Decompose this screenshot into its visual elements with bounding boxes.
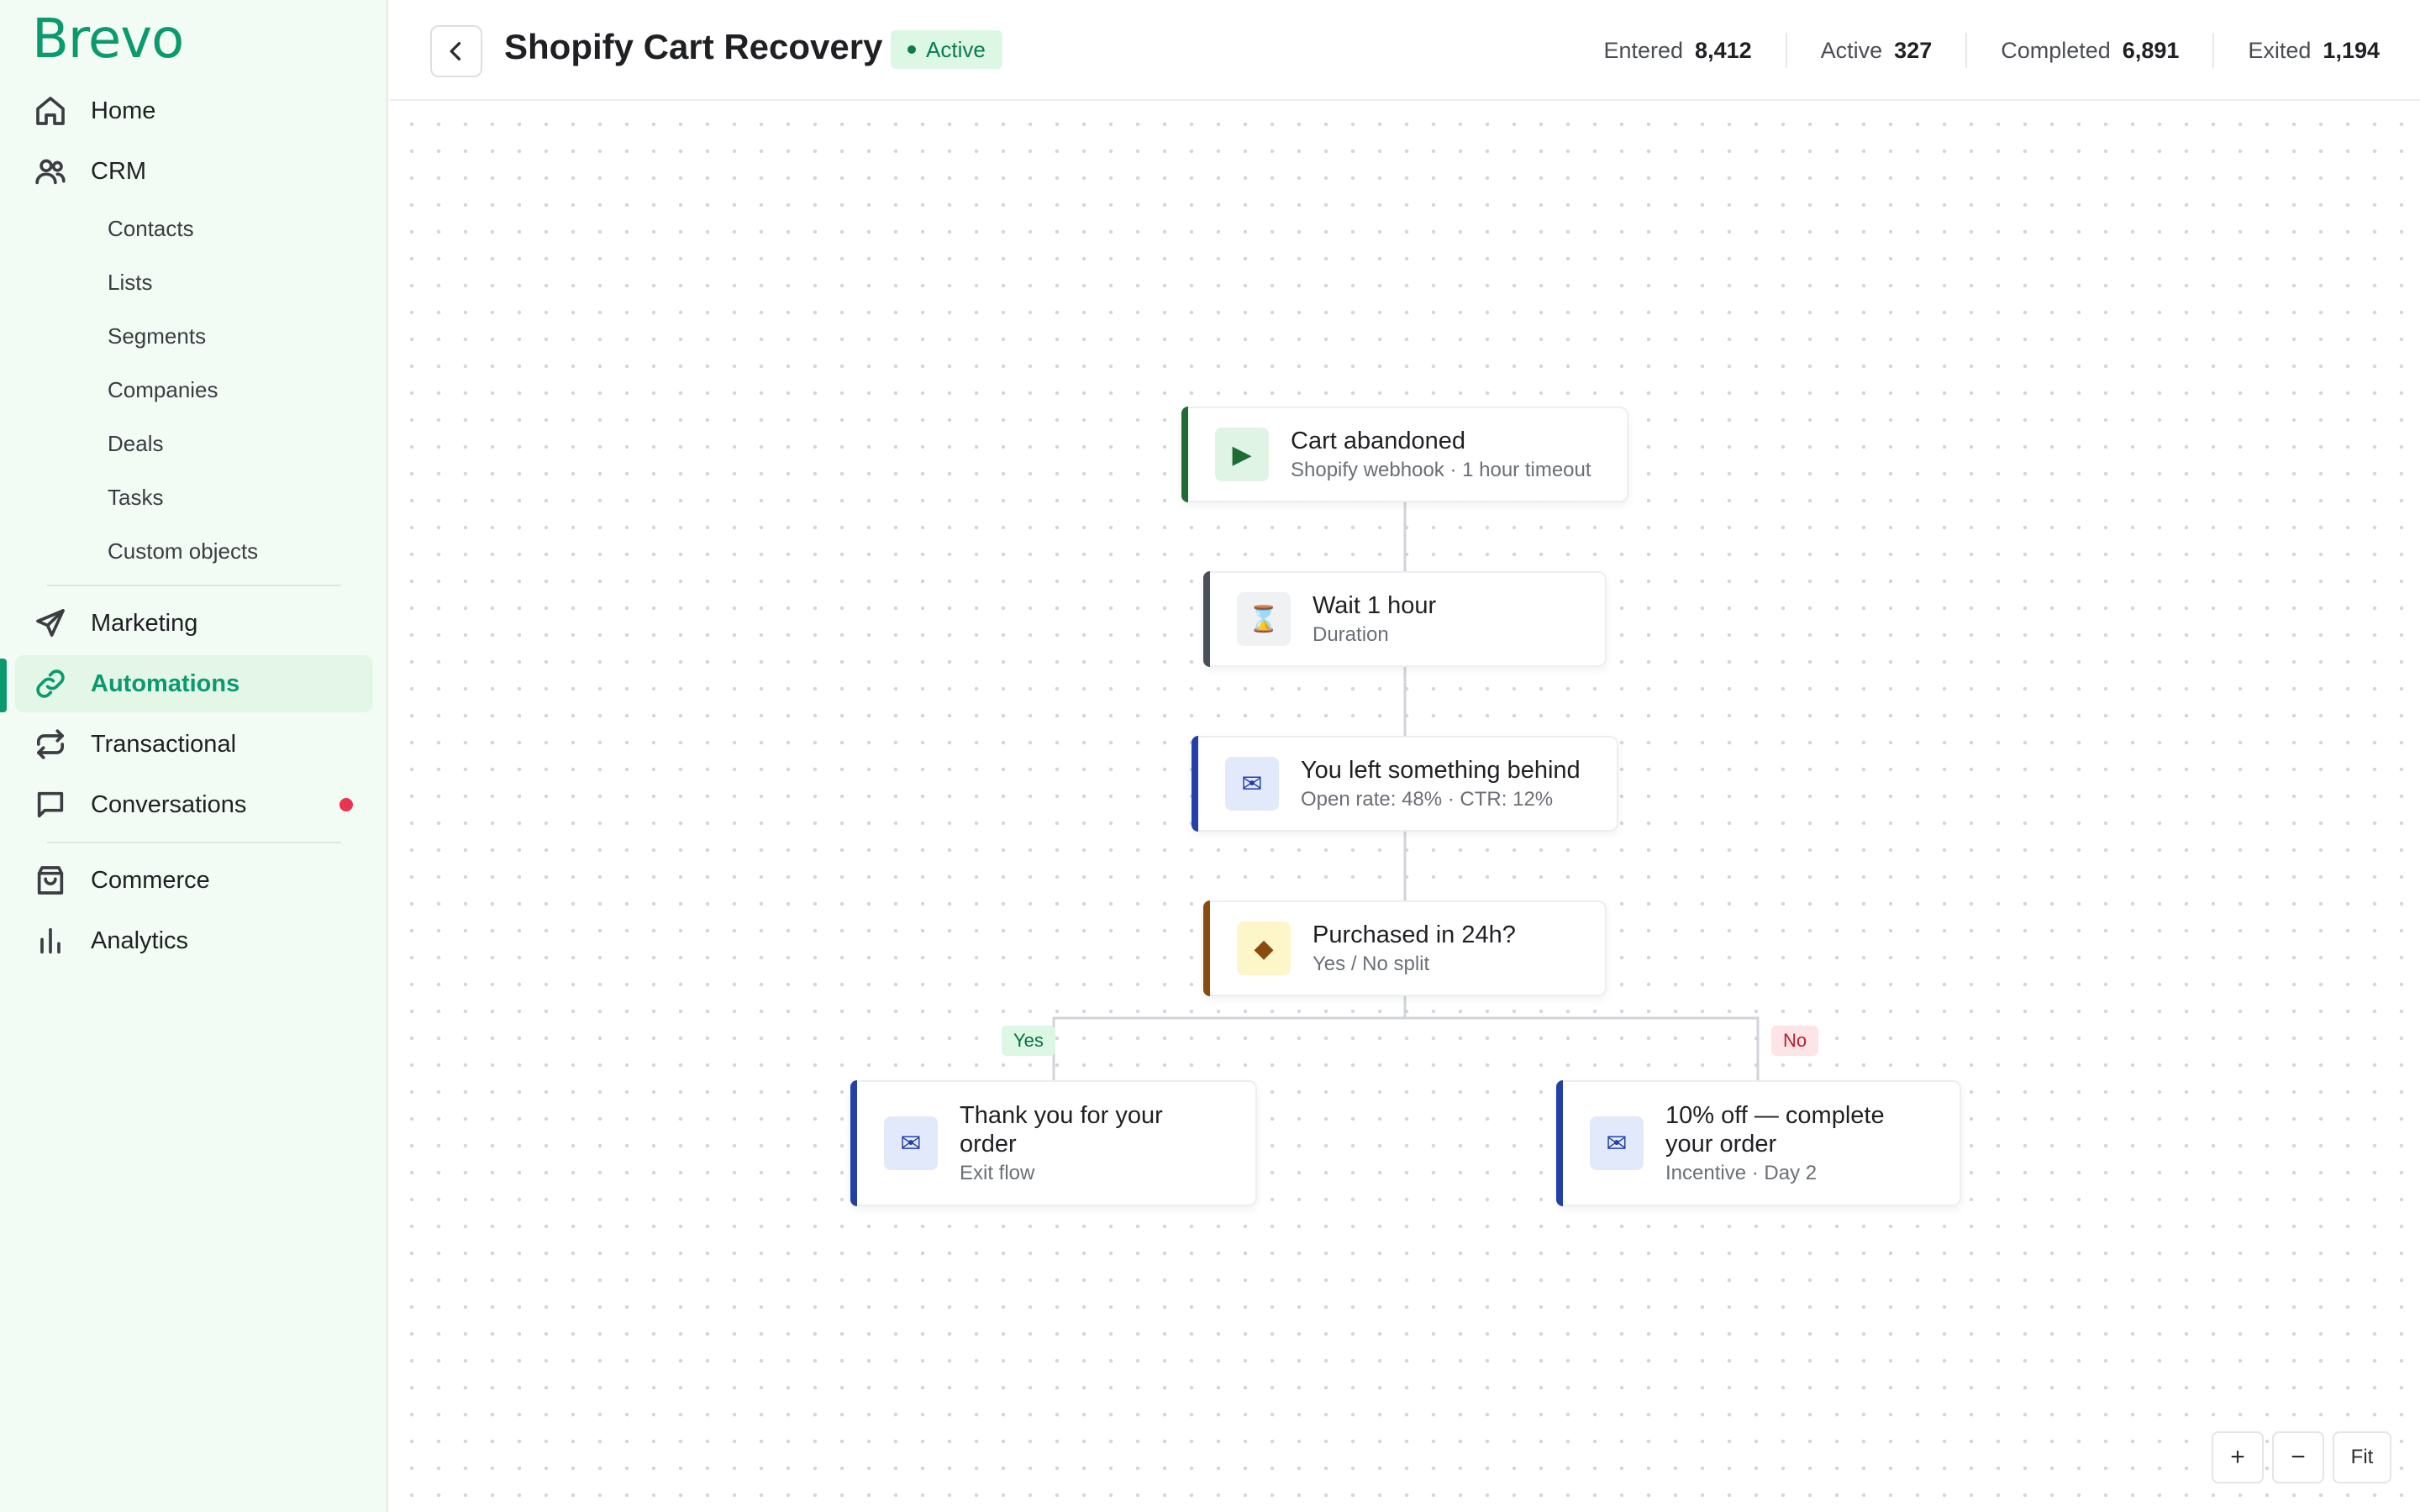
node-subtitle: Shopify webhook · 1 hour timeout bbox=[1291, 459, 1591, 481]
stat-active: Active 327 bbox=[1785, 33, 1966, 68]
sidebar-item-transactional[interactable]: Transactional bbox=[15, 716, 373, 773]
stat-label: Active bbox=[1820, 37, 1883, 63]
node-accent-bar bbox=[1181, 407, 1188, 502]
node-subtitle: Incentive · Day 2 bbox=[1665, 1162, 1818, 1184]
node-accent-bar bbox=[1192, 736, 1198, 832]
node-title: Purchased in 24h? bbox=[1313, 921, 1516, 948]
sidebar-subitem-custom-objects[interactable]: Custom objects bbox=[108, 534, 258, 568]
node-email-thank-you[interactable]: ✉ Thank you for your order Exit flow bbox=[850, 1080, 1257, 1206]
stat-completed: Completed 6,891 bbox=[1965, 33, 2212, 68]
node-title: Wait 1 hour bbox=[1313, 592, 1437, 619]
node-email-left-something-behind[interactable]: ✉ You left something behind Open rate: 4… bbox=[1192, 736, 1618, 832]
stat-value: 6,891 bbox=[2122, 37, 2180, 63]
zoom-in-button[interactable]: + bbox=[2212, 1431, 2264, 1483]
sidebar-subitem-segments[interactable]: Segments bbox=[108, 319, 206, 353]
sidebar-divider bbox=[47, 842, 341, 843]
stat-entered: Entered 8,412 bbox=[1570, 33, 1785, 68]
bar-chart-icon bbox=[32, 922, 69, 959]
chevron-left-icon bbox=[450, 42, 461, 60]
active-indicator bbox=[0, 659, 7, 712]
sidebar-item-label: Analytics bbox=[91, 927, 189, 954]
sidebar: Brevo Home CRM Contacts Lists Segments C… bbox=[0, 0, 388, 1512]
stat-label: Entered bbox=[1603, 37, 1684, 63]
sidebar-item-analytics[interactable]: Analytics bbox=[15, 912, 373, 969]
users-icon bbox=[32, 153, 69, 190]
email-icon: ✉ bbox=[884, 1116, 938, 1170]
node-trigger-cart-abandoned[interactable]: ▶ Cart abandoned Shopify webhook · 1 hou… bbox=[1181, 407, 1628, 502]
email-icon: ✉ bbox=[1590, 1116, 1644, 1170]
sidebar-subitem-contacts[interactable]: Contacts bbox=[108, 212, 194, 245]
stat-label: Exited bbox=[2248, 37, 2312, 63]
sidebar-item-label: CRM bbox=[91, 157, 147, 185]
connector-branch-no bbox=[1405, 1016, 1760, 1080]
node-title: Thank you for your order bbox=[960, 1102, 1163, 1158]
sidebar-item-label: Automations bbox=[91, 669, 240, 697]
sidebar-subitem-companies[interactable]: Companies bbox=[108, 373, 218, 407]
sidebar-item-commerce[interactable]: Commerce bbox=[15, 852, 373, 909]
node-condition-purchased[interactable]: ◆ Purchased in 24h? Yes / No split bbox=[1203, 900, 1607, 996]
sidebar-item-crm[interactable]: CRM bbox=[15, 143, 373, 200]
sidebar-item-label: Transactional bbox=[91, 730, 237, 758]
node-accent-bar bbox=[1203, 571, 1210, 667]
flow-stats: Entered 8,412 Active 327 Completed 6,891… bbox=[1570, 0, 2380, 101]
node-accent-bar bbox=[850, 1080, 857, 1206]
stat-value: 1,194 bbox=[2323, 37, 2380, 63]
sidebar-item-label: Commerce bbox=[91, 866, 210, 894]
chat-icon bbox=[32, 786, 69, 823]
condition-diamond-icon: ◆ bbox=[1237, 921, 1291, 975]
zoom-fit-button[interactable]: Fit bbox=[2333, 1431, 2391, 1483]
sidebar-divider bbox=[47, 585, 341, 586]
zoom-out-button[interactable]: − bbox=[2272, 1431, 2324, 1483]
stat-exited: Exited 1,194 bbox=[2212, 33, 2380, 68]
link-icon bbox=[32, 665, 69, 702]
node-subtitle: Exit flow bbox=[960, 1162, 1035, 1184]
node-wait-1-hour[interactable]: ⌛ Wait 1 hour Duration bbox=[1203, 571, 1607, 667]
branch-label-yes: Yes bbox=[1002, 1026, 1055, 1056]
sidebar-item-home[interactable]: Home bbox=[15, 82, 373, 139]
node-subtitle: Yes / No split bbox=[1313, 953, 1430, 975]
back-button[interactable] bbox=[430, 25, 482, 77]
repeat-icon bbox=[32, 726, 69, 763]
play-icon: ▶ bbox=[1215, 428, 1269, 481]
node-title: Cart abandoned bbox=[1291, 428, 1465, 454]
node-title: 10% off — complete your order bbox=[1665, 1102, 1885, 1158]
sidebar-item-conversations[interactable]: Conversations bbox=[15, 776, 373, 833]
send-icon bbox=[32, 605, 69, 642]
sidebar-subitem-tasks[interactable]: Tasks bbox=[108, 480, 163, 514]
email-icon: ✉ bbox=[1225, 757, 1279, 811]
stat-value: 8,412 bbox=[1695, 37, 1752, 63]
node-subtitle: Open rate: 48% · CTR: 12% bbox=[1301, 788, 1554, 811]
home-icon bbox=[32, 92, 69, 129]
node-title: You left something behind bbox=[1301, 757, 1581, 784]
node-subtitle: Duration bbox=[1313, 623, 1389, 646]
connector-branch-yes bbox=[1052, 996, 1407, 1080]
page-header: Shopify Cart Recovery Active Entered 8,4… bbox=[390, 0, 2420, 101]
status-badge: Active bbox=[891, 30, 1002, 69]
sidebar-item-label: Home bbox=[91, 97, 156, 124]
notification-dot bbox=[339, 798, 353, 811]
node-accent-bar bbox=[1556, 1080, 1563, 1206]
shopping-bag-icon bbox=[32, 862, 69, 899]
status-dot bbox=[908, 45, 916, 54]
sidebar-item-marketing[interactable]: Marketing bbox=[15, 595, 373, 652]
sidebar-item-automations[interactable]: Automations bbox=[15, 655, 373, 712]
stat-value: 327 bbox=[1894, 37, 1933, 63]
branch-label-no: No bbox=[1771, 1026, 1819, 1056]
stat-label: Completed bbox=[2001, 37, 2111, 63]
status-label: Active bbox=[926, 36, 986, 62]
brevo-logo[interactable]: Brevo bbox=[32, 8, 184, 71]
workflow-canvas[interactable]: ▶ Cart abandoned Shopify webhook · 1 hou… bbox=[390, 102, 2420, 1512]
sidebar-subitem-deals[interactable]: Deals bbox=[108, 427, 163, 460]
sidebar-item-label: Marketing bbox=[91, 609, 198, 637]
node-email-10-off[interactable]: ✉ 10% off — complete your order Incentiv… bbox=[1556, 1080, 1961, 1206]
sidebar-subitem-lists[interactable]: Lists bbox=[108, 265, 152, 299]
node-accent-bar bbox=[1203, 900, 1210, 996]
timer-icon: ⌛ bbox=[1237, 592, 1291, 646]
sidebar-item-label: Conversations bbox=[91, 790, 247, 818]
page-title: Shopify Cart Recovery bbox=[504, 27, 883, 66]
